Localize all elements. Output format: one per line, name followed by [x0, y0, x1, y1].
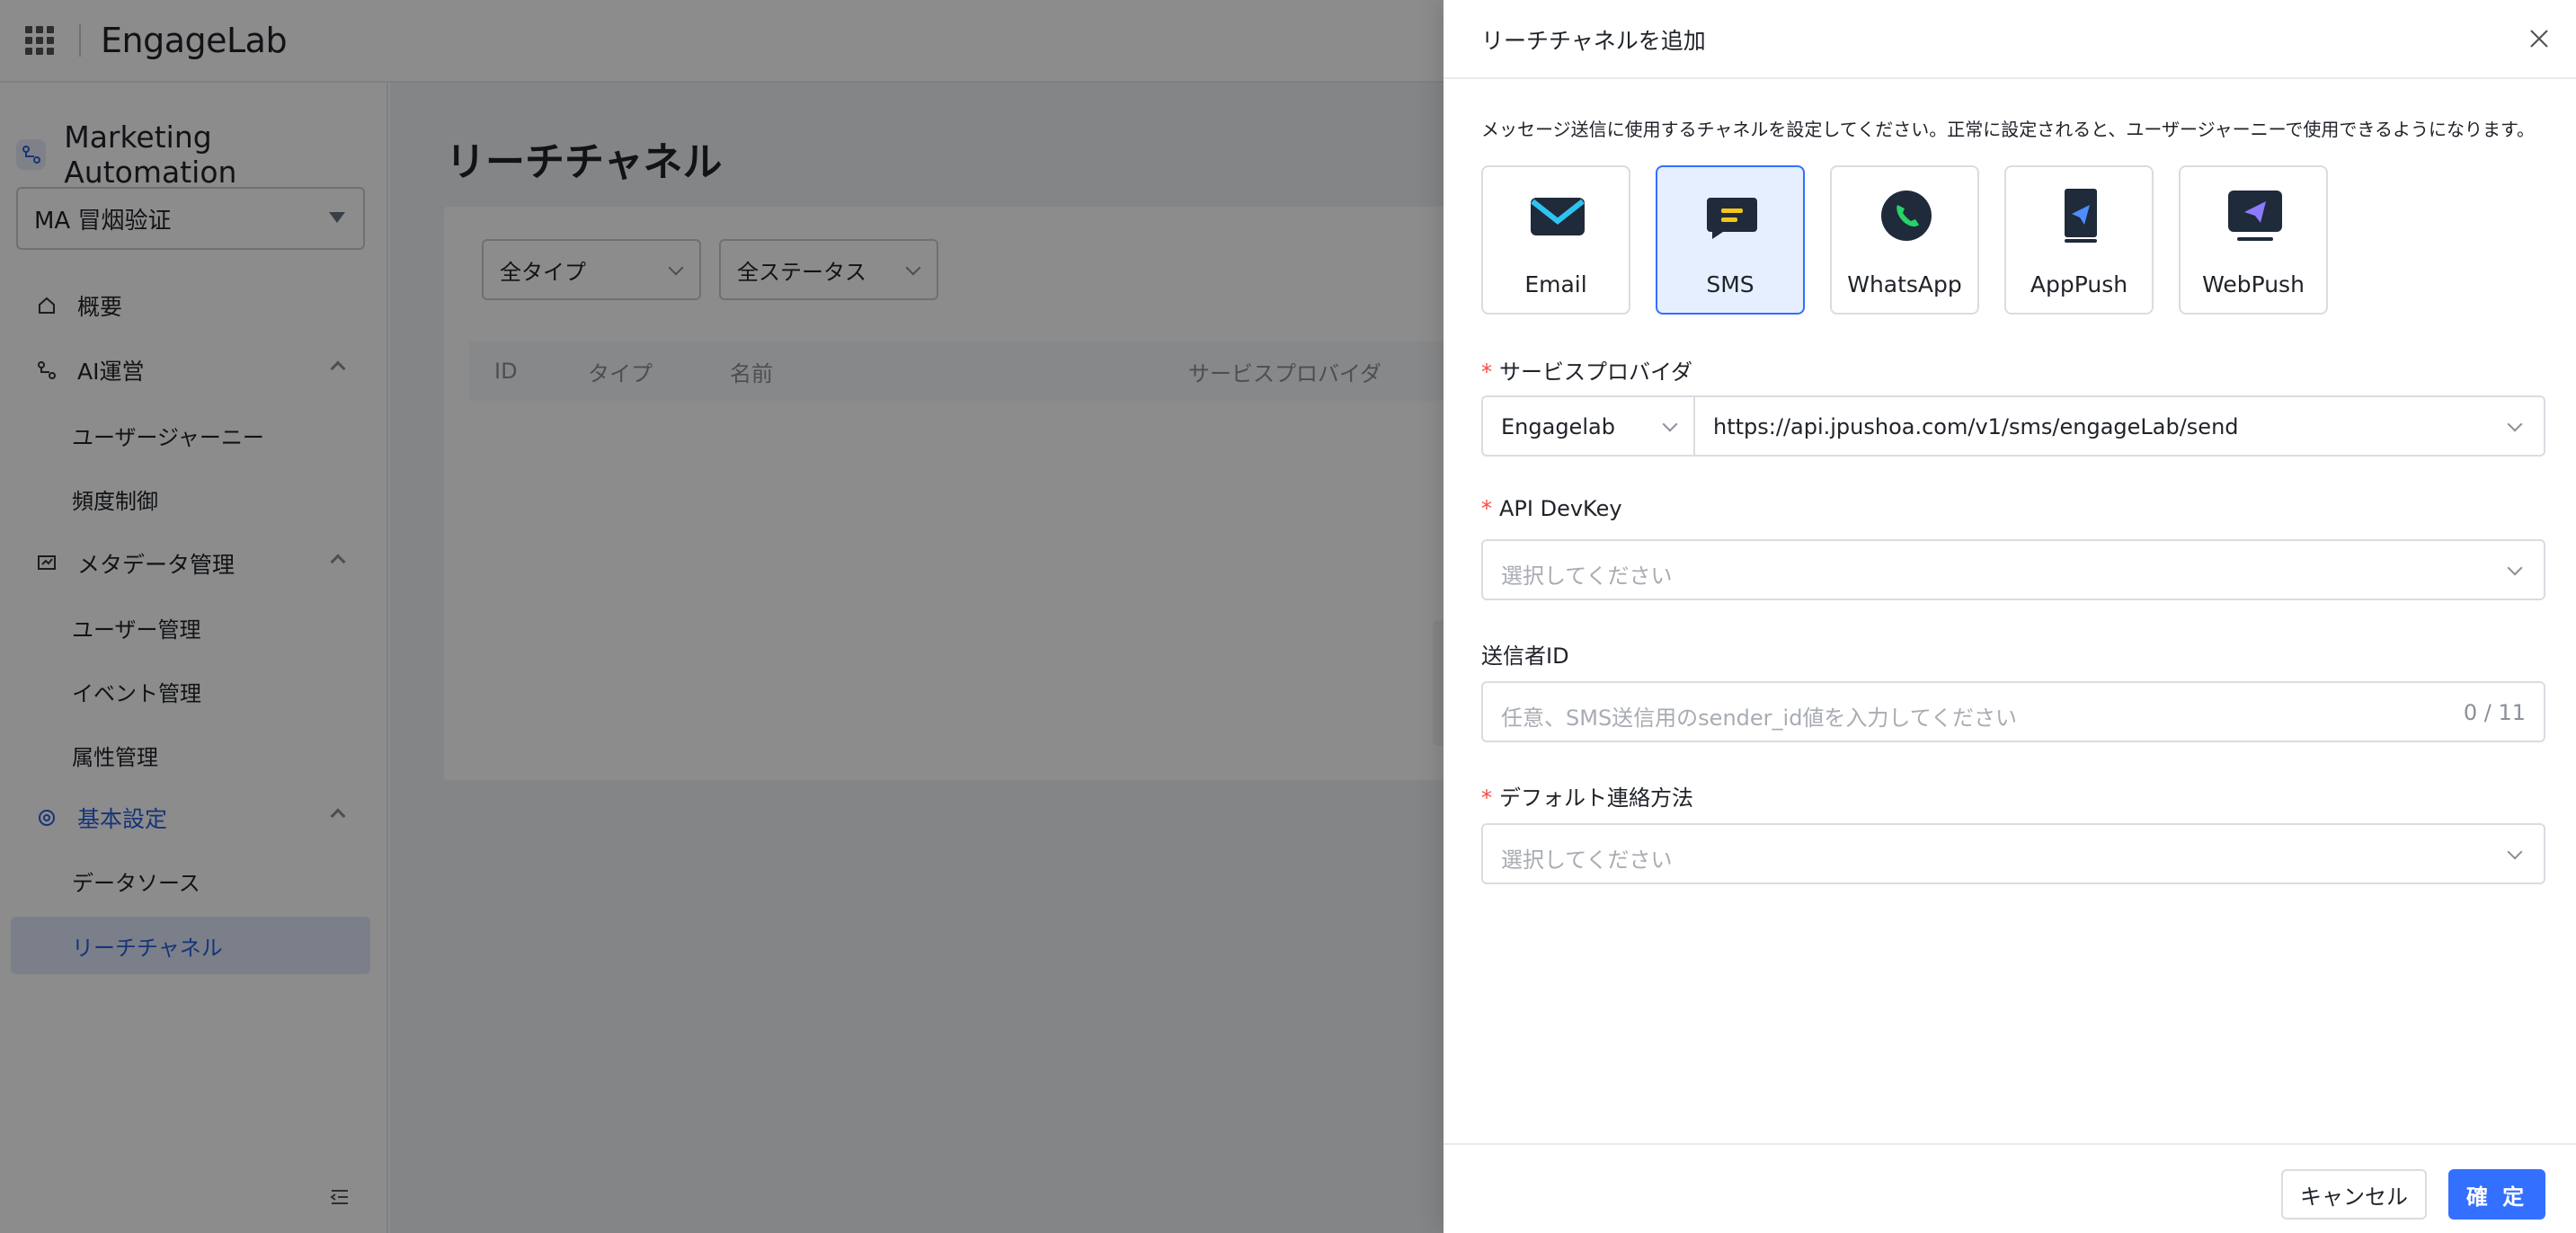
provider-label: * サービスプロバイダ: [1481, 354, 1692, 386]
devkey-placeholder: 選択してください: [1501, 563, 1673, 589]
modal-overlay[interactable]: [0, 0, 1443, 1233]
channel-label: WebPush: [2202, 271, 2305, 297]
channel-label: Email: [1524, 271, 1587, 297]
close-icon[interactable]: [2526, 25, 2553, 52]
channel-sms[interactable]: SMS: [1656, 165, 1805, 315]
chevron-down-icon: [2507, 416, 2523, 432]
sender-id-input[interactable]: 任意、SMS送信用のsender_id値を入力してください 0 / 11: [1481, 681, 2545, 742]
required-mark: *: [1481, 785, 1492, 811]
required-mark: *: [1481, 359, 1492, 385]
contact-label-text: デフォルト連絡方法: [1499, 785, 1693, 811]
devkey-label: * API DevKey: [1481, 496, 1622, 521]
provider-select-value: Engagelab: [1501, 414, 1615, 439]
apppush-icon: [2052, 187, 2110, 244]
channel-picker: Email SMS WhatsApp AppPush WebPush: [1481, 165, 2328, 315]
drawer-header: リーチチャネルを追加: [1443, 0, 2576, 79]
contact-placeholder: 選択してください: [1501, 847, 1673, 873]
drawer-footer: キャンセル 確 定: [1443, 1143, 2576, 1233]
drawer-title: リーチチャネルを追加: [1481, 28, 1706, 54]
email-icon: [1529, 187, 1586, 244]
add-channel-drawer: リーチチャネルを追加 メッセージ送信に使用するチャネルを設定してください。正常に…: [1443, 0, 2576, 1233]
webpush-icon: [2226, 187, 2284, 244]
devkey-label-text: API DevKey: [1499, 496, 1622, 521]
chevron-down-icon: [2507, 844, 2523, 860]
endpoint-select[interactable]: https://api.jpushoa.com/v1/sms/engageLab…: [1693, 395, 2545, 457]
contact-label: * デフォルト連絡方法: [1481, 780, 1693, 812]
confirm-button[interactable]: 確 定: [2448, 1169, 2545, 1220]
chevron-down-icon: [2507, 560, 2523, 576]
sender-label: 送信者ID: [1481, 643, 1569, 669]
whatsapp-icon: [1878, 187, 1935, 244]
channel-label: SMS: [1706, 271, 1754, 297]
contact-method-select[interactable]: 選択してください: [1481, 823, 2545, 884]
channel-label: AppPush: [2030, 271, 2128, 297]
provider-label-text: サービスプロバイダ: [1499, 359, 1693, 385]
channel-whatsapp[interactable]: WhatsApp: [1830, 165, 1979, 315]
sender-id-placeholder: 任意、SMS送信用のsender_id値を入力してください: [1501, 705, 2017, 731]
devkey-select[interactable]: 選択してください: [1481, 539, 2545, 600]
channel-webpush[interactable]: WebPush: [2179, 165, 2328, 315]
provider-select[interactable]: Engagelab: [1481, 395, 1695, 457]
channel-label: WhatsApp: [1847, 271, 1962, 297]
char-counter: 0 / 11: [2463, 700, 2526, 725]
channel-apppush[interactable]: AppPush: [2004, 165, 2154, 315]
drawer-description: メッセージ送信に使用するチャネルを設定してください。正常に設定されると、ユーザー…: [1481, 119, 2535, 140]
cancel-button[interactable]: キャンセル: [2281, 1169, 2427, 1220]
required-mark: *: [1481, 496, 1492, 521]
sms-icon: [1703, 187, 1761, 244]
channel-email[interactable]: Email: [1481, 165, 1630, 315]
chevron-down-icon: [1662, 416, 1678, 432]
endpoint-select-value: https://api.jpushoa.com/v1/sms/engageLab…: [1713, 414, 2239, 439]
